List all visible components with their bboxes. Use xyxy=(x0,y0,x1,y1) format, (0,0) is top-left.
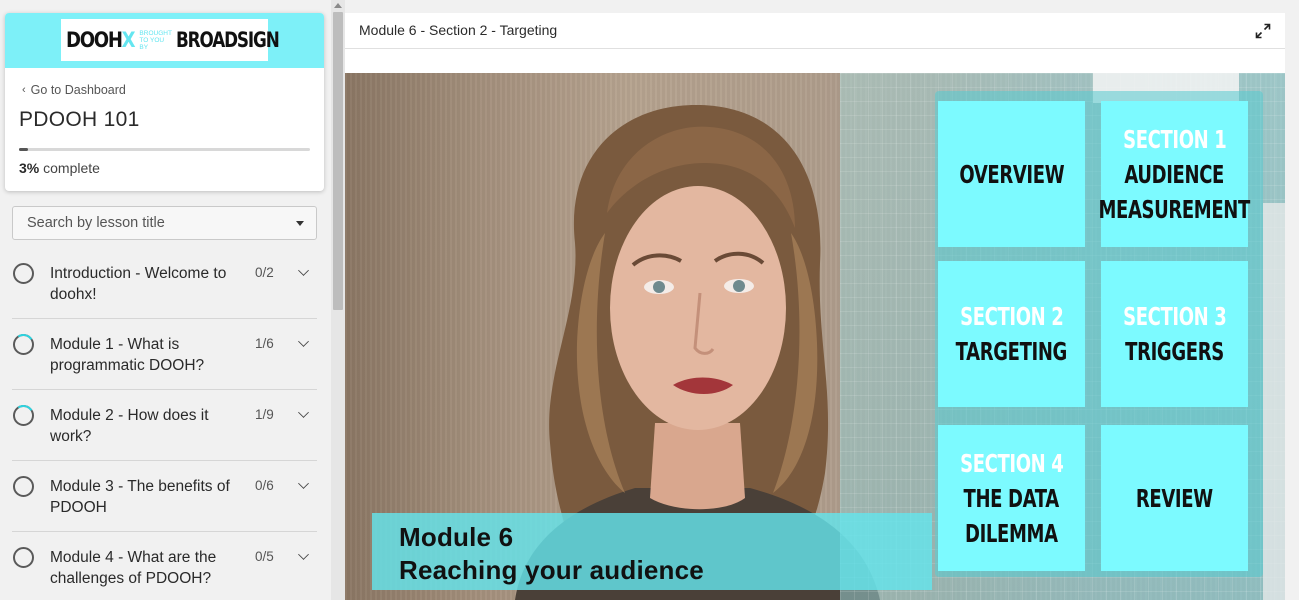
chevron-down-icon[interactable] xyxy=(298,549,309,560)
lesson-count: 0/6 xyxy=(255,478,274,493)
tile-label: TRIGGERS xyxy=(1125,337,1224,366)
video-caption: Module 6 Reaching your audience xyxy=(372,513,932,590)
logo-wordmark: DOOHX xyxy=(66,28,136,52)
lesson-status-icon xyxy=(13,547,34,568)
sidebar-scrollbar[interactable] xyxy=(331,0,345,600)
lesson-title: Module 1 - What is programmatic DOOH? xyxy=(50,336,205,374)
lesson-title: Introduction - Welcome to doohx! xyxy=(50,265,227,303)
tile-label: OVERVIEW xyxy=(959,159,1064,189)
lesson-player: Module 6 - Section 2 - Targeting OVERVIE… xyxy=(345,13,1285,600)
chevron-down-icon[interactable] xyxy=(298,478,309,489)
chevron-left-icon: ‹ xyxy=(22,84,26,96)
logo-main-text: DOOH xyxy=(66,28,123,52)
logo-band: DOOHX BROUGHT TO YOU BY BROADSIGN xyxy=(5,13,324,68)
progress-suffix: complete xyxy=(43,160,100,176)
chevron-down-icon[interactable] xyxy=(298,407,309,418)
scroll-up-arrow-icon[interactable] xyxy=(334,3,342,8)
progress-text: 3% complete xyxy=(19,160,100,176)
tile-section-3[interactable]: SECTION 3 TRIGGERS xyxy=(1101,261,1248,407)
caret-down-icon xyxy=(296,221,304,226)
search-placeholder: Search by lesson title xyxy=(27,215,165,231)
lesson-title-header: Module 6 - Section 2 - Targeting xyxy=(359,22,558,38)
progress-value: 3% xyxy=(19,160,40,176)
chevron-down-icon[interactable] xyxy=(298,336,309,347)
lesson-status-icon xyxy=(13,263,34,284)
logo-partner: BROADSIGN xyxy=(175,28,280,52)
tile-label: DILEMMA xyxy=(965,518,1058,548)
tile-section-label: SECTION 3 xyxy=(1122,302,1227,331)
lesson-title: Module 2 - How does it work? xyxy=(50,407,209,445)
lesson-count: 0/2 xyxy=(255,265,274,280)
expand-icon[interactable] xyxy=(1255,23,1271,39)
tile-label: THE DATA xyxy=(963,483,1060,513)
brand-logo: DOOHX BROUGHT TO YOU BY BROADSIGN xyxy=(61,19,280,61)
main-scrollbar[interactable] xyxy=(1285,13,1299,600)
lesson-item[interactable]: Module 1 - What is programmatic DOOH? 1/… xyxy=(12,319,317,390)
tile-label: REVIEW xyxy=(1136,483,1213,513)
lesson-status-icon xyxy=(13,405,34,426)
tile-label: TARGETING xyxy=(955,337,1068,366)
logo-tagline: BROUGHT TO YOU BY xyxy=(139,29,172,51)
go-to-dashboard-link[interactable]: ‹ Go to Dashboard xyxy=(22,83,126,97)
tile-section-label: SECTION 4 xyxy=(959,448,1064,478)
lesson-status-icon xyxy=(13,334,34,355)
tile-section-label: SECTION 1 xyxy=(1122,124,1227,154)
course-card: DOOHX BROUGHT TO YOU BY BROADSIGN ‹ Go t… xyxy=(5,13,324,191)
tile-overview[interactable]: OVERVIEW xyxy=(938,101,1085,247)
lesson-item[interactable]: Module 3 - The benefits of PDOOH 0/6 xyxy=(12,461,317,532)
tile-section-label: SECTION 2 xyxy=(959,302,1064,331)
lesson-count: 1/9 xyxy=(255,407,274,422)
lesson-search-select[interactable]: Search by lesson title xyxy=(12,206,317,240)
lesson-item[interactable]: Module 4 - What are the challenges of PD… xyxy=(12,532,317,600)
course-title: PDOOH 101 xyxy=(19,108,140,131)
scrollbar-thumb[interactable] xyxy=(333,12,343,310)
caption-title: Reaching your audience xyxy=(399,555,704,585)
course-sidebar: DOOHX BROUGHT TO YOU BY BROADSIGN ‹ Go t… xyxy=(0,0,331,600)
tile-label: MEASUREMENT xyxy=(1098,194,1251,224)
tile-section-2[interactable]: SECTION 2 TARGETING xyxy=(938,261,1085,407)
light-edge xyxy=(1263,203,1285,600)
lesson-count: 1/6 xyxy=(255,336,274,351)
video-frame[interactable]: OVERVIEW SECTION 1 AUDIENCE MEASUREMENT … xyxy=(345,73,1285,600)
lesson-title: Module 3 - The benefits of PDOOH xyxy=(50,478,230,516)
tile-review[interactable]: REVIEW xyxy=(1101,425,1248,571)
lesson-item[interactable]: Introduction - Welcome to doohx! 0/2 xyxy=(12,248,317,319)
caption-module: Module 6 xyxy=(399,522,514,552)
tile-section-4[interactable]: SECTION 4 THE DATA DILEMMA xyxy=(938,425,1085,571)
player-header: Module 6 - Section 2 - Targeting xyxy=(345,13,1285,49)
chevron-down-icon[interactable] xyxy=(298,265,309,276)
lesson-count: 0/5 xyxy=(255,549,274,564)
lesson-title: Module 4 - What are the challenges of PD… xyxy=(50,549,217,587)
tile-label: AUDIENCE xyxy=(1124,159,1225,189)
logo-x-text: X xyxy=(121,28,136,52)
progress-fill xyxy=(19,148,28,151)
lesson-status-icon xyxy=(13,476,34,497)
progress-bar xyxy=(19,148,310,151)
back-link-label: Go to Dashboard xyxy=(30,83,126,97)
lesson-list: Introduction - Welcome to doohx! 0/2 Mod… xyxy=(12,248,317,600)
lesson-item[interactable]: Module 2 - How does it work? 1/9 xyxy=(12,390,317,461)
tile-section-1[interactable]: SECTION 1 AUDIENCE MEASUREMENT xyxy=(1098,101,1251,247)
